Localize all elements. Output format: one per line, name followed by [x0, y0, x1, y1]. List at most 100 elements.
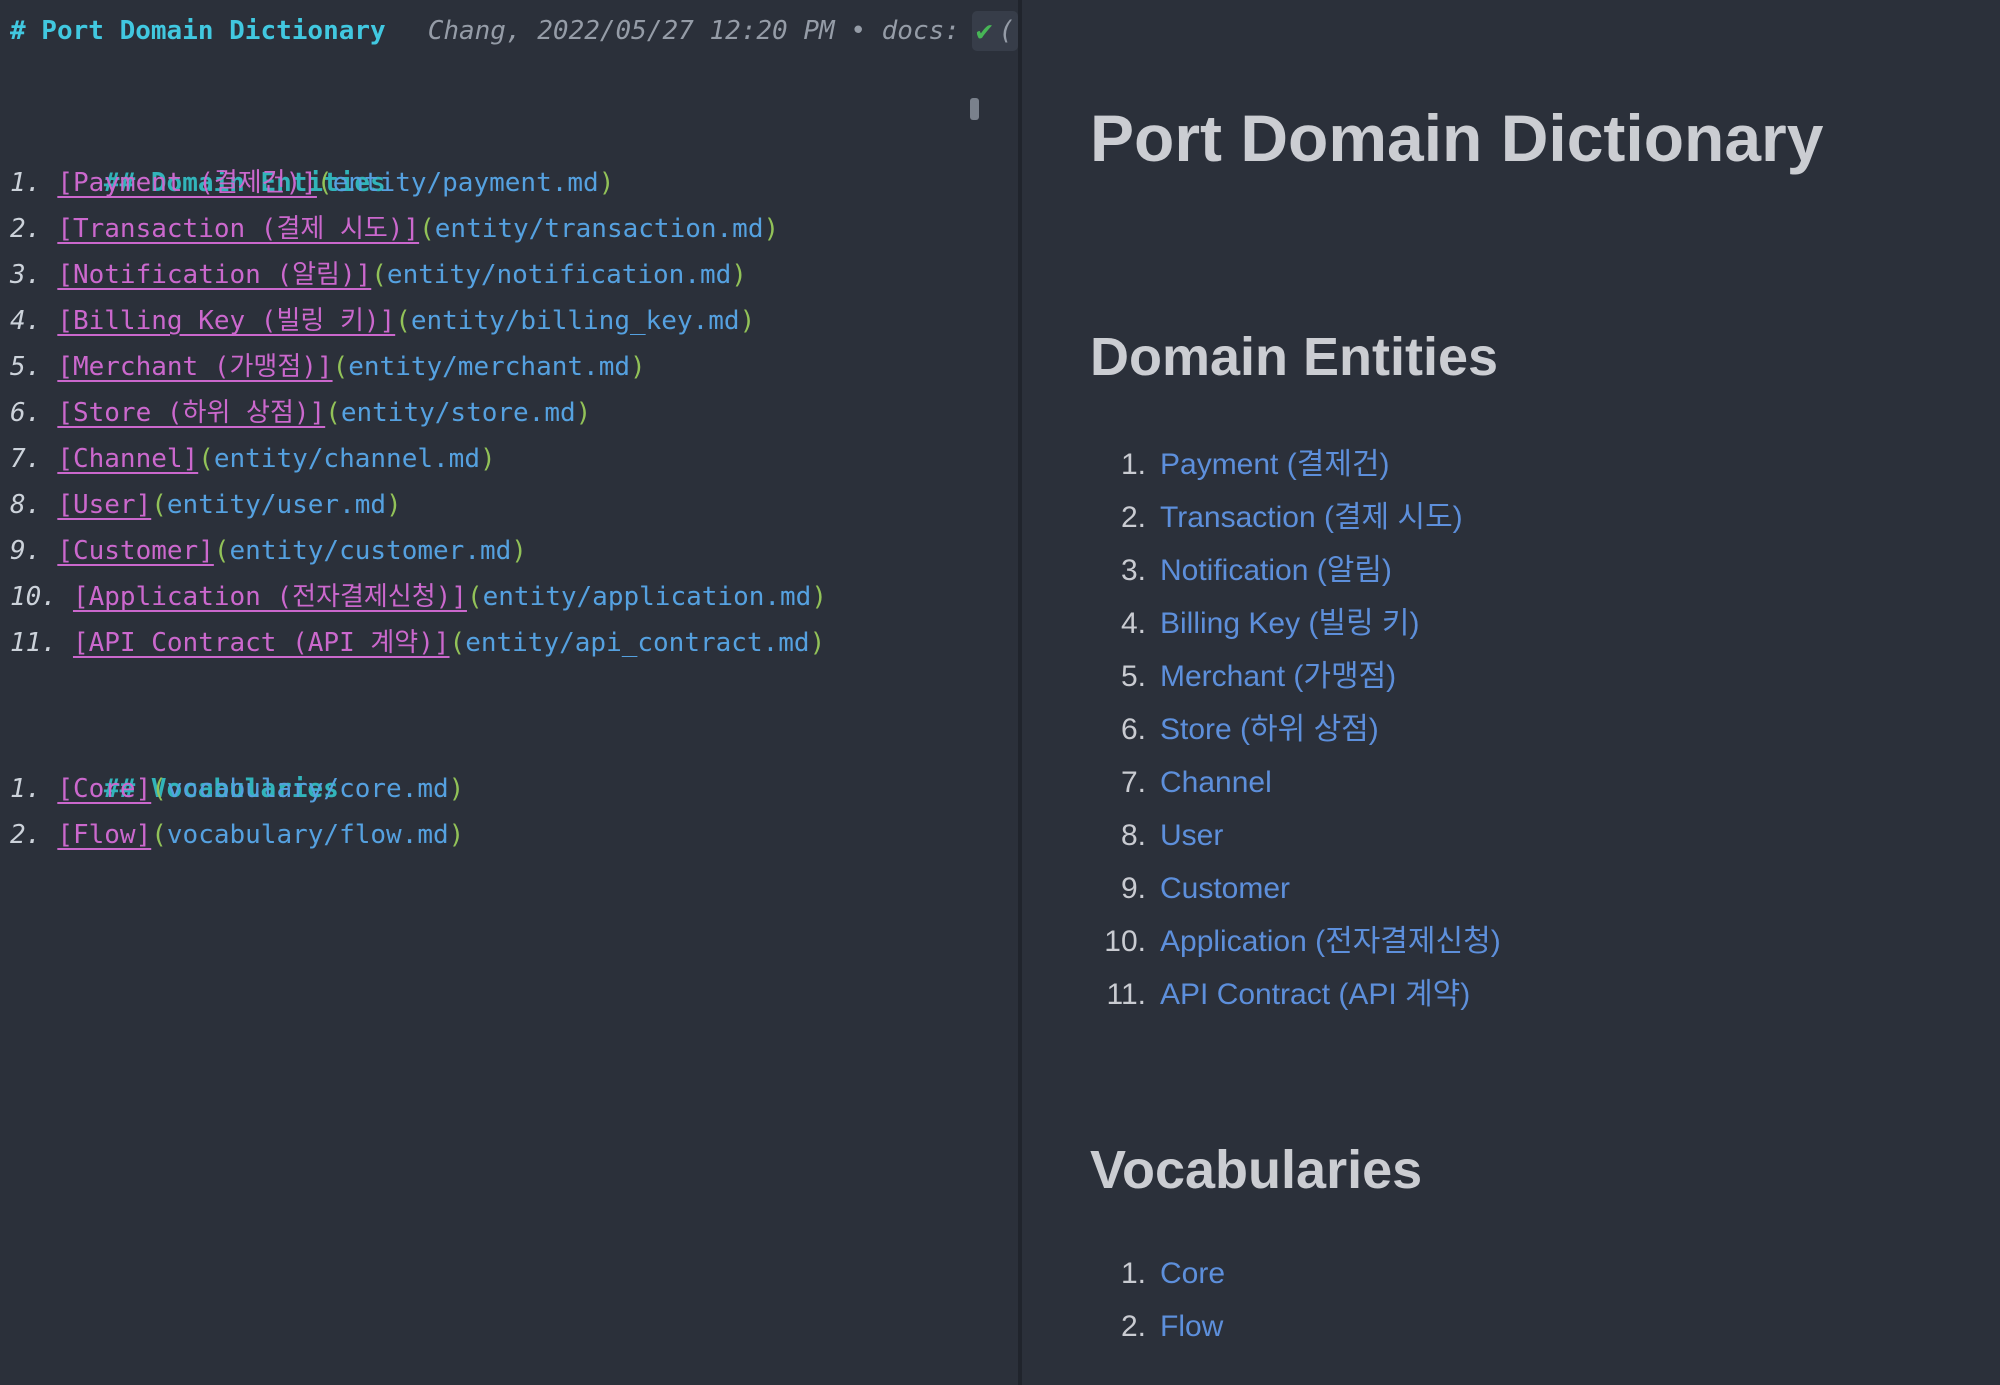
list-number: 6.: [1120, 713, 1146, 746]
md-link[interactable]: [Customer]: [57, 536, 214, 566]
list-number: 7.: [10, 444, 42, 474]
list-item: 4. Billing Key (빌링 키): [1086, 597, 2000, 650]
md-list-line: 2. [Transaction (결제 시도)](entity/transacti…: [10, 206, 1018, 252]
preview-link[interactable]: Billing Key (빌링 키): [1160, 597, 1420, 650]
list-number: 7.: [1120, 766, 1146, 799]
paren-open: (: [213, 536, 230, 566]
paren-close: ): [511, 536, 527, 566]
list-item: 10. Application (전자결제신청): [1086, 915, 2000, 968]
git-blame-text: Chang, 2022/05/27 12:20 PM • docs:: [427, 16, 960, 46]
md-link[interactable]: [Application (전자결제신청)]: [73, 582, 467, 612]
list-number: 1.: [10, 168, 42, 198]
list-number: 9.: [10, 536, 42, 566]
preview-link[interactable]: Channel: [1160, 756, 1272, 809]
list-number: 4.: [10, 306, 42, 336]
paren-open: (: [395, 306, 411, 336]
md-list-line: 1. [Core](vocabulary/core.md): [10, 766, 1018, 812]
preview-link[interactable]: User: [1160, 809, 1223, 862]
preview-link[interactable]: Core: [1160, 1247, 1225, 1300]
preview-title: Port Domain Dictionary: [1090, 101, 1824, 175]
md-link-url: vocabulary/core.md: [166, 774, 449, 804]
list-number: 6.: [10, 398, 42, 428]
md-link-url: entity/user.md: [166, 490, 387, 520]
md-link[interactable]: [Flow]: [57, 820, 151, 850]
paren-open: (: [151, 490, 167, 520]
paren-close: ): [763, 214, 780, 244]
md-link[interactable]: [Store (하위 상점)]: [57, 398, 325, 428]
list-number: 8.: [10, 490, 42, 520]
md-link-url: entity/channel.md: [213, 444, 480, 474]
preview-link[interactable]: Application (전자결제신청): [1160, 915, 1501, 968]
md-list-line: 5. [Merchant (가맹점)](entity/merchant.md): [10, 344, 1018, 390]
md-link-url: vocabulary/flow.md: [166, 820, 449, 850]
preview-link[interactable]: Notification (알림): [1160, 544, 1392, 597]
list-number: 11.: [10, 628, 57, 658]
md-list-line: 4. [Billing Key (빌링 키)](entity/billing_ke…: [10, 298, 1018, 344]
preview-link[interactable]: API Contract (API 계약): [1160, 968, 1470, 1021]
md-link[interactable]: [Core]: [57, 774, 151, 804]
preview-link[interactable]: Transaction (결제 시도): [1160, 491, 1463, 544]
preview-link[interactable]: Merchant (가맹점): [1160, 650, 1396, 703]
list-number: 5.: [10, 352, 42, 382]
git-blame-badge: ✔ (: [971, 11, 1018, 51]
preview-link[interactable]: Customer: [1160, 862, 1290, 915]
list-number: 10.: [1104, 925, 1146, 958]
list-number: 8.: [1120, 819, 1146, 852]
paren-close: ): [598, 168, 615, 198]
list-item: 2. Transaction (결제 시도): [1086, 491, 2000, 544]
git-blame-trailing: (: [998, 16, 1015, 46]
md-link[interactable]: [Notification (알림)]: [57, 260, 371, 290]
list-number: 2.: [10, 214, 42, 244]
preview-link[interactable]: Flow: [1160, 1300, 1223, 1353]
md-link[interactable]: [Transaction (결제 시도)]: [57, 214, 419, 244]
paren-open: (: [151, 774, 167, 804]
md-h2-vocabularies: ## Vocabularies: [103, 774, 339, 804]
paren-open: (: [332, 352, 349, 382]
list-number: 11.: [1106, 978, 1146, 1011]
md-link-url: entity/merchant.md: [348, 352, 630, 382]
md-link[interactable]: [Channel]: [57, 444, 198, 474]
list-number: 5.: [1120, 660, 1146, 693]
paren-close: ): [448, 774, 465, 804]
md-link-url: entity/store.md: [340, 398, 576, 428]
md-list-line: 1. [Payment (결제건)](entity/payment.md): [10, 160, 1018, 206]
md-link-url: entity/application.md: [482, 582, 812, 612]
editor-scrollbar-thumb[interactable]: [970, 98, 979, 120]
list-number: 9.: [1120, 872, 1146, 905]
list-number: 3.: [10, 260, 42, 290]
editor-pane[interactable]: # Port Domain Dictionary Chang, 2022/05/…: [0, 0, 1018, 1385]
paren-open: (: [325, 398, 341, 428]
preview-heading-entities: Domain Entities: [1090, 327, 1499, 387]
paren-open: (: [151, 820, 167, 850]
md-link[interactable]: [Merchant (가맹점)]: [57, 352, 332, 382]
list-number: 2.: [1120, 501, 1146, 534]
preview-list-entities: 1. Payment (결제건) 2. Transaction (결제 시도) 3.…: [1086, 438, 2000, 1021]
preview-link[interactable]: Payment (결제건): [1160, 438, 1390, 491]
list-number: 1.: [1120, 448, 1146, 481]
list-number: 2.: [1120, 1310, 1146, 1343]
md-link[interactable]: [Payment (결제건)]: [57, 168, 317, 198]
paren-open: (: [316, 168, 333, 198]
md-link[interactable]: [Billing Key (빌링 키)]: [57, 306, 395, 336]
md-link[interactable]: [API Contract (API 계약)]: [73, 628, 450, 658]
paren-open: (: [371, 260, 387, 290]
paren-close: ): [630, 352, 646, 382]
md-list-line: 8. [User](entity/user.md): [10, 482, 1018, 528]
md-link-url: entity/customer.md: [229, 536, 512, 566]
md-link-url: entity/transaction.md: [434, 214, 764, 244]
list-item: 9. Customer: [1086, 862, 2000, 915]
md-list-line: 11. [API Contract (API 계약)](entity/api_co…: [10, 620, 1018, 666]
list-item: 1. Core: [1086, 1247, 2000, 1300]
list-item: 1. Payment (결제건): [1086, 438, 2000, 491]
list-number: 3.: [1120, 554, 1146, 587]
md-link[interactable]: [User]: [57, 490, 151, 520]
md-link-url: entity/payment.md: [332, 168, 599, 198]
md-h1-token: # Port Domain Dictionary: [10, 16, 386, 46]
preview-link[interactable]: Store (하위 상점): [1160, 703, 1379, 756]
md-list-line: 6. [Store (하위 상점)](entity/store.md): [10, 390, 1018, 436]
md-link-url: entity/api_contract.md: [465, 628, 810, 658]
list-number: 1.: [1120, 1257, 1146, 1290]
editor-header-line: # Port Domain Dictionary Chang, 2022/05/…: [10, 8, 1018, 54]
